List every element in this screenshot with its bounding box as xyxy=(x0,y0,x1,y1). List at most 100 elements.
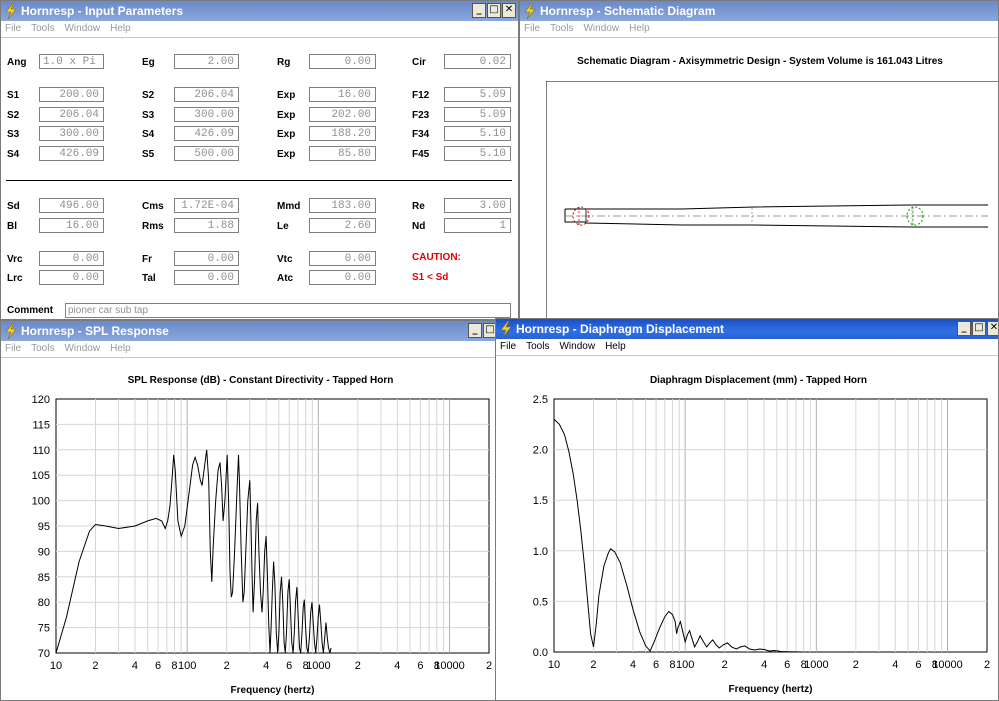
param-field-mmd[interactable]: 183.00 xyxy=(309,198,376,213)
param-field-s1[interactable]: 200.00 xyxy=(39,87,104,102)
param-field-exp[interactable]: 202.00 xyxy=(309,107,376,122)
param-field-f45[interactable]: 5.10 xyxy=(444,146,511,161)
param-field-exp[interactable]: 16.00 xyxy=(309,87,376,102)
minimize-icon[interactable]: _ xyxy=(472,3,486,18)
x-tick-label: 2 xyxy=(722,659,728,671)
menu-file[interactable]: File xyxy=(5,23,21,34)
disp-window-titlebar[interactable]: Hornresp - Diaphragm Displacement _ □ ✕ xyxy=(496,319,998,339)
minimize-icon[interactable]: _ xyxy=(468,323,482,338)
menu-tools[interactable]: Tools xyxy=(31,23,54,34)
param-field-rg[interactable]: 0.00 xyxy=(309,54,376,69)
param-field-vrc[interactable]: 0.00 xyxy=(39,251,104,266)
menu-tools[interactable]: Tools xyxy=(526,341,549,352)
param-field-vtc[interactable]: 0.00 xyxy=(309,251,376,266)
caution-title: CAUTION: xyxy=(412,252,461,263)
param-label-tal: Tal xyxy=(142,273,156,284)
menu-window[interactable]: Window xyxy=(64,343,100,354)
menu-tools[interactable]: Tools xyxy=(31,343,54,354)
param-field-ang[interactable]: 1.0 x Pi xyxy=(39,54,104,69)
close-icon[interactable]: ✕ xyxy=(502,3,516,18)
menu-help[interactable]: Help xyxy=(110,343,131,354)
disp-window-title: Hornresp - Diaphragm Displacement xyxy=(516,322,725,336)
param-field-s2[interactable]: 206.04 xyxy=(39,107,104,122)
menu-file[interactable]: File xyxy=(524,23,540,34)
param-field-s4[interactable]: 426.09 xyxy=(174,126,239,141)
spl-response-window[interactable]: Hornresp - SPL Response _ □ File Tools Win… xyxy=(0,320,496,701)
y-tick-label: 120 xyxy=(32,394,50,406)
param-field-re[interactable]: 3.00 xyxy=(444,198,511,213)
param-label-rg: Rg xyxy=(277,57,291,68)
close-icon[interactable]: ✕ xyxy=(987,321,998,336)
menu-file[interactable]: File xyxy=(500,341,516,352)
param-field-atc[interactable]: 0.00 xyxy=(309,270,376,285)
y-tick-label: 2.5 xyxy=(533,394,548,406)
param-label-s3: S3 xyxy=(142,110,155,121)
minimize-icon[interactable]: _ xyxy=(957,321,971,336)
maximize-icon[interactable]: □ xyxy=(487,3,501,18)
param-field-rms[interactable]: 1.88 xyxy=(174,218,239,233)
x-tick-label: 10000 xyxy=(434,660,465,672)
param-field-sd[interactable]: 496.00 xyxy=(39,198,104,213)
schematic-window[interactable]: Hornresp - Schematic Diagram File Tools Wi… xyxy=(519,0,999,320)
param-field-exp[interactable]: 85.80 xyxy=(309,146,376,161)
param-field-f23[interactable]: 5.09 xyxy=(444,107,511,122)
disp-window-menubar: File Tools Window Help xyxy=(496,339,998,356)
menu-window[interactable]: Window xyxy=(583,23,619,34)
input-parameters-window[interactable]: Hornresp - Input Parameters _ □ ✕ File To… xyxy=(0,0,519,320)
x-axis-label: Frequency (hertz) xyxy=(231,685,315,696)
param-field-nd[interactable]: 1 xyxy=(444,218,511,233)
param-label-le: Le xyxy=(277,221,289,232)
menu-help[interactable]: Help xyxy=(605,341,626,352)
param-label-sd: Sd xyxy=(7,201,20,212)
x-tick-label: 6 xyxy=(915,659,921,671)
comment-label: Comment xyxy=(7,305,54,316)
param-field-lrc[interactable]: 0.00 xyxy=(39,270,104,285)
param-field-fr[interactable]: 0.00 xyxy=(174,251,239,266)
menu-help[interactable]: Help xyxy=(629,23,650,34)
menu-file[interactable]: File xyxy=(5,343,21,354)
diaphragm-displacement-window[interactable]: Hornresp - Diaphragm Displacement _ □ ✕ … xyxy=(495,318,999,701)
param-field-s2[interactable]: 206.04 xyxy=(174,87,239,102)
x-tick-label: 4 xyxy=(394,660,400,672)
param-field-f12[interactable]: 5.09 xyxy=(444,87,511,102)
param-field-s4[interactable]: 426.09 xyxy=(39,146,104,161)
input-window-titlebar[interactable]: Hornresp - Input Parameters _ □ ✕ xyxy=(1,1,518,21)
schematic-heading: Schematic Diagram - Axisymmetric Design … xyxy=(577,56,943,67)
param-field-bl[interactable]: 16.00 xyxy=(39,218,104,233)
maximize-icon[interactable]: □ xyxy=(972,321,986,336)
menu-window[interactable]: Window xyxy=(559,341,595,352)
param-field-cir[interactable]: 0.02 xyxy=(444,54,511,69)
menu-help[interactable]: Help xyxy=(110,23,131,34)
y-tick-label: 75 xyxy=(38,623,50,635)
y-tick-label: 0.0 xyxy=(533,647,548,659)
comment-field[interactable]: pioner car sub tap xyxy=(65,303,511,318)
param-field-le[interactable]: 2.60 xyxy=(309,218,376,233)
hornresp-logo-icon xyxy=(524,3,536,19)
x-tick-label: 6 xyxy=(155,660,161,672)
param-field-s3[interactable]: 300.00 xyxy=(174,107,239,122)
y-tick-label: 115 xyxy=(32,419,50,431)
menu-tools[interactable]: Tools xyxy=(550,23,573,34)
x-axis-label: Frequency (hertz) xyxy=(729,684,813,695)
spl-window-titlebar[interactable]: Hornresp - SPL Response _ □ xyxy=(1,321,495,341)
y-tick-label: 85 xyxy=(38,572,50,584)
param-field-tal[interactable]: 0.00 xyxy=(174,270,239,285)
y-tick-label: 110 xyxy=(32,445,50,457)
menu-window[interactable]: Window xyxy=(64,23,100,34)
schematic-diagram xyxy=(546,81,998,319)
x-tick-label: 10 xyxy=(548,659,560,671)
param-field-s5[interactable]: 500.00 xyxy=(174,146,239,161)
param-field-f34[interactable]: 5.10 xyxy=(444,126,511,141)
hornresp-logo-icon xyxy=(500,321,512,337)
param-field-eg[interactable]: 2.00 xyxy=(174,54,239,69)
param-field-cms[interactable]: 1.72E-04 xyxy=(174,198,239,213)
parameter-divider xyxy=(6,180,512,181)
y-tick-label: 0.5 xyxy=(533,596,548,608)
param-label-fr: Fr xyxy=(142,254,152,265)
param-label-nd: Nd xyxy=(412,221,426,232)
y-tick-label: 1.5 xyxy=(533,495,548,507)
param-field-s3[interactable]: 300.00 xyxy=(39,126,104,141)
param-field-exp[interactable]: 188.20 xyxy=(309,126,376,141)
param-label-eg: Eg xyxy=(142,57,155,68)
schematic-window-titlebar[interactable]: Hornresp - Schematic Diagram xyxy=(520,1,998,21)
